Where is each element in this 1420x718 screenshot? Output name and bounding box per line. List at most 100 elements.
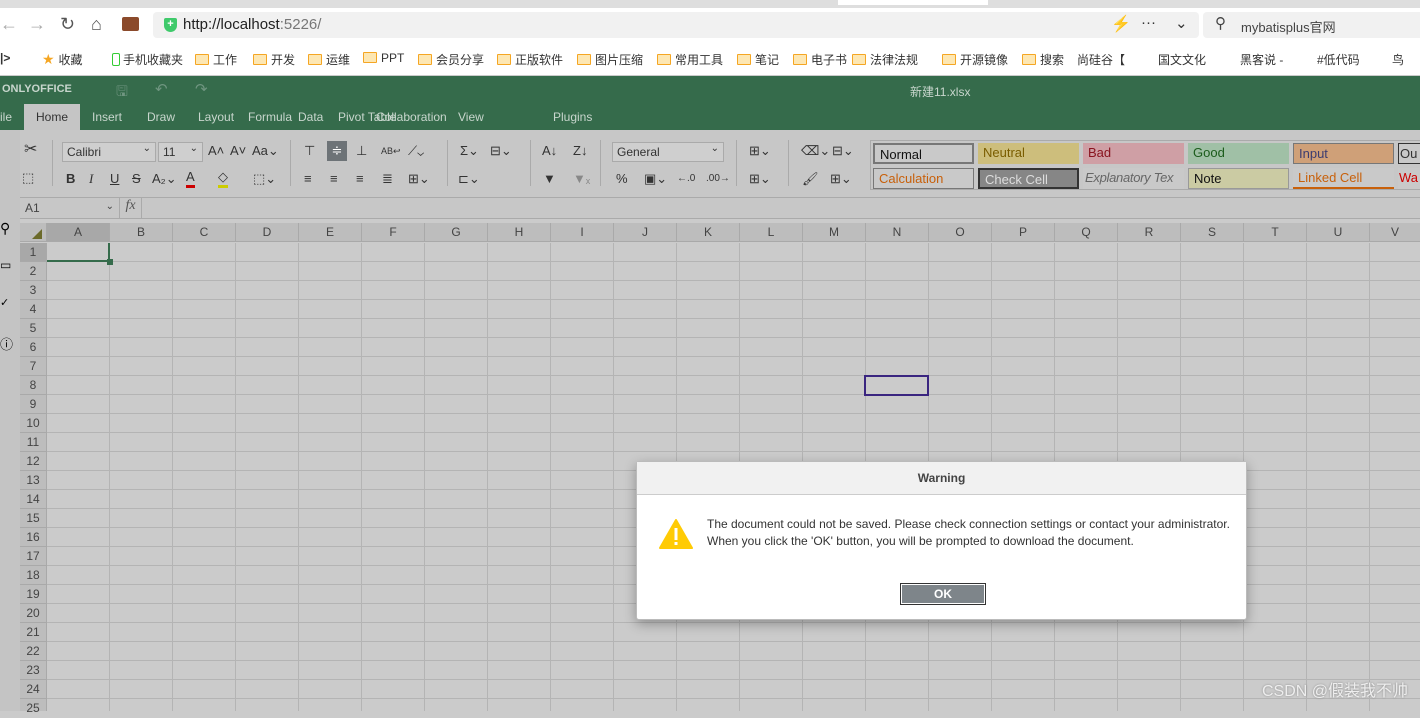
cell-D23[interactable] xyxy=(236,661,299,680)
bookmark-item[interactable]: 常用工具 xyxy=(657,51,723,68)
cell-G6[interactable] xyxy=(425,338,488,357)
column-header[interactable]: J xyxy=(614,223,677,242)
cell-G17[interactable] xyxy=(425,547,488,566)
cell-E18[interactable] xyxy=(299,566,362,585)
cell-N3[interactable] xyxy=(866,281,929,300)
row-header[interactable]: 5 xyxy=(20,319,47,338)
cell-H15[interactable] xyxy=(488,509,551,528)
style-input[interactable]: Input xyxy=(1293,143,1394,164)
cell-H1[interactable] xyxy=(488,243,551,262)
cell-B24[interactable] xyxy=(110,680,173,699)
cell-O3[interactable] xyxy=(929,281,992,300)
cell-S11[interactable] xyxy=(1181,433,1244,452)
cell-T21[interactable] xyxy=(1244,623,1307,642)
cell-E23[interactable] xyxy=(299,661,362,680)
cell-C7[interactable] xyxy=(173,357,236,376)
cell-D1[interactable] xyxy=(236,243,299,262)
cell-T12[interactable] xyxy=(1244,452,1307,471)
cell-C1[interactable] xyxy=(173,243,236,262)
cell-U7[interactable] xyxy=(1307,357,1370,376)
cell-Q22[interactable] xyxy=(1055,642,1118,661)
bookmark-item[interactable]: 开发 xyxy=(253,51,295,68)
home-icon[interactable]: ⌂ xyxy=(91,14,102,35)
cell-K6[interactable] xyxy=(677,338,740,357)
cell-H21[interactable] xyxy=(488,623,551,642)
column-header[interactable]: O xyxy=(929,223,992,242)
cell-B3[interactable] xyxy=(110,281,173,300)
delete-cells-icon[interactable]: ⊞⌄ xyxy=(749,169,771,189)
cell-Q1[interactable] xyxy=(1055,243,1118,262)
cell-F2[interactable] xyxy=(362,262,425,281)
cell-L11[interactable] xyxy=(740,433,803,452)
row-header[interactable]: 14 xyxy=(20,490,47,509)
cell-F6[interactable] xyxy=(362,338,425,357)
increase-font-icon[interactable]: A˄ xyxy=(208,141,224,161)
cell-R11[interactable] xyxy=(1118,433,1181,452)
cell-I24[interactable] xyxy=(551,680,614,699)
cell-S1[interactable] xyxy=(1181,243,1244,262)
cell-T20[interactable] xyxy=(1244,604,1307,623)
cell-D25[interactable] xyxy=(236,699,299,711)
cell-R5[interactable] xyxy=(1118,319,1181,338)
cell-J24[interactable] xyxy=(614,680,677,699)
cell-N1[interactable] xyxy=(866,243,929,262)
cell-G4[interactable] xyxy=(425,300,488,319)
lightning-icon[interactable]: ⚡ xyxy=(1111,14,1131,34)
align-center-icon[interactable]: ≡ xyxy=(330,169,338,189)
cell-C14[interactable] xyxy=(173,490,236,509)
cell-O11[interactable] xyxy=(929,433,992,452)
cell-P7[interactable] xyxy=(992,357,1055,376)
cell-G2[interactable] xyxy=(425,262,488,281)
row-header[interactable]: 25 xyxy=(20,699,47,715)
cell-C10[interactable] xyxy=(173,414,236,433)
cell-L24[interactable] xyxy=(740,680,803,699)
conditional-format-icon[interactable]: ⊟⌄ xyxy=(832,141,854,161)
cell-J4[interactable] xyxy=(614,300,677,319)
cell-L21[interactable] xyxy=(740,623,803,642)
cell-K5[interactable] xyxy=(677,319,740,338)
align-top-icon[interactable]: ⊤ xyxy=(304,141,315,161)
cell-C2[interactable] xyxy=(173,262,236,281)
row-header[interactable]: 24 xyxy=(20,680,47,699)
cell-S5[interactable] xyxy=(1181,319,1244,338)
row-header[interactable]: 2 xyxy=(20,262,47,281)
cell-F18[interactable] xyxy=(362,566,425,585)
cell-G8[interactable] xyxy=(425,376,488,395)
column-header[interactable]: T xyxy=(1244,223,1307,242)
named-range-icon[interactable]: ⊏⌄ xyxy=(458,169,480,189)
cell-I8[interactable] xyxy=(551,376,614,395)
subscript-icon[interactable]: A₂⌄ xyxy=(152,169,177,189)
cell-F7[interactable] xyxy=(362,357,425,376)
cell-B17[interactable] xyxy=(110,547,173,566)
cell-M24[interactable] xyxy=(803,680,866,699)
cell-R3[interactable] xyxy=(1118,281,1181,300)
cell-V5[interactable] xyxy=(1370,319,1420,338)
cell-F21[interactable] xyxy=(362,623,425,642)
cell-H5[interactable] xyxy=(488,319,551,338)
cell-L6[interactable] xyxy=(740,338,803,357)
style-wa[interactable]: Wa xyxy=(1398,168,1420,189)
cell-N22[interactable] xyxy=(866,642,929,661)
forward-icon[interactable]: → xyxy=(28,14,46,35)
cell-B13[interactable] xyxy=(110,471,173,490)
column-header[interactable]: G xyxy=(425,223,488,242)
cell-S8[interactable] xyxy=(1181,376,1244,395)
cell-H2[interactable] xyxy=(488,262,551,281)
column-header[interactable]: H xyxy=(488,223,551,242)
cell-B2[interactable] xyxy=(110,262,173,281)
cell-F16[interactable] xyxy=(362,528,425,547)
cell-I6[interactable] xyxy=(551,338,614,357)
sidebar-toggle-icon[interactable]: |> xyxy=(0,51,10,65)
cell-C19[interactable] xyxy=(173,585,236,604)
cell-M6[interactable] xyxy=(803,338,866,357)
cell-G23[interactable] xyxy=(425,661,488,680)
cell-B25[interactable] xyxy=(110,699,173,711)
cell-J3[interactable] xyxy=(614,281,677,300)
cell-H3[interactable] xyxy=(488,281,551,300)
cell-Q4[interactable] xyxy=(1055,300,1118,319)
cell-B16[interactable] xyxy=(110,528,173,547)
address-bar[interactable]: + http://localhost:5226/ ⚡ ··· ⌄ xyxy=(153,12,1199,38)
cell-U2[interactable] xyxy=(1307,262,1370,281)
cell-D17[interactable] xyxy=(236,547,299,566)
cell-O6[interactable] xyxy=(929,338,992,357)
